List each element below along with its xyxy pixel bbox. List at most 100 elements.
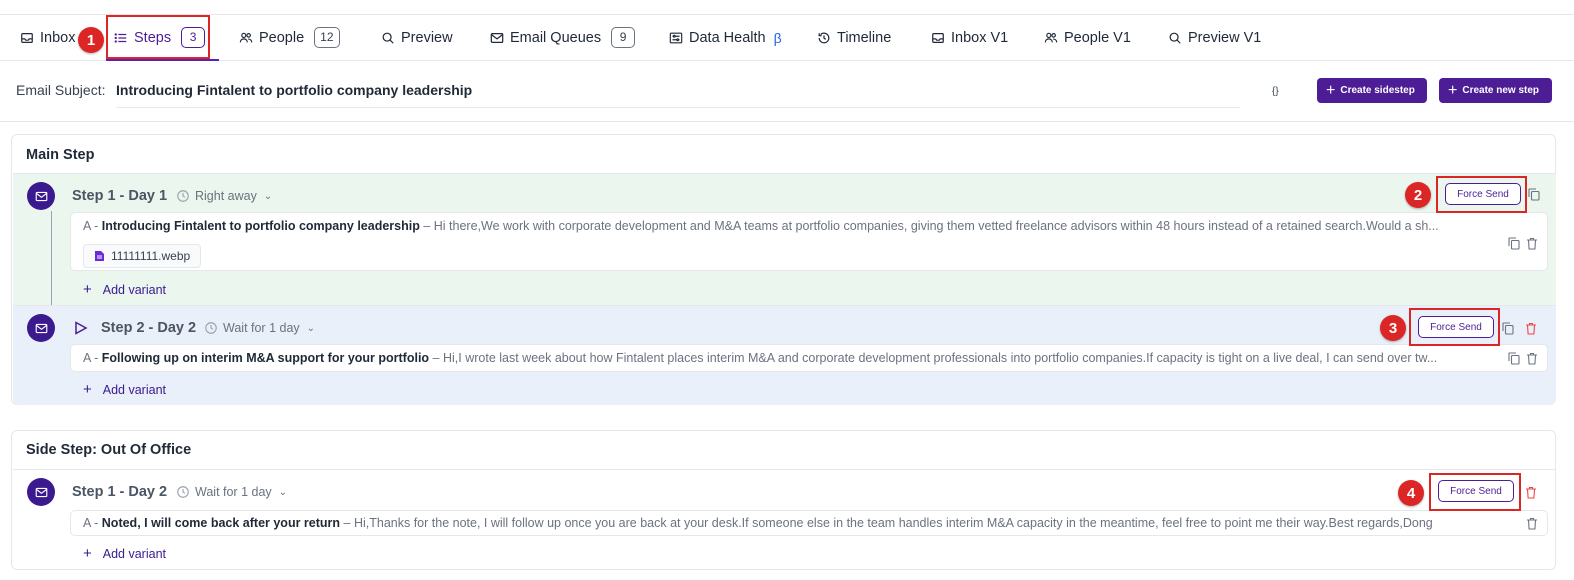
inbox-icon — [21, 32, 33, 43]
tab-timeline[interactable]: Timeline — [817, 15, 891, 60]
attachment-name: 11111111.webp — [111, 249, 191, 263]
tab-people-v1[interactable]: People V1 — [1044, 15, 1131, 60]
step-timing-dropdown[interactable]: Wait for 1 day ⌄ — [176, 485, 287, 499]
tab-label: Email Queues — [510, 29, 602, 46]
main-step-section: Main Step Step 1 - Day 1 Right away ⌄ Fo… — [11, 134, 1556, 405]
sliders-icon — [669, 32, 683, 43]
variant-prefix: A - — [83, 219, 99, 233]
tab-people[interactable]: People 12 — [239, 15, 340, 60]
variant-body: Hi,I wrote last week about how Fintalent… — [442, 351, 1438, 365]
tab-email-queues[interactable]: Email Queues 9 — [490, 15, 636, 60]
variant-separator: – — [432, 351, 440, 365]
variant-card[interactable]: A - Following up on interim M&A support … — [70, 344, 1548, 372]
create-new-step-button[interactable]: + Create new step — [1439, 78, 1552, 103]
email-step-icon — [27, 182, 55, 210]
inbox-icon — [932, 32, 944, 43]
variant-separator: – — [343, 516, 351, 530]
variant-prefix: A - — [83, 351, 99, 365]
tab-preview-v1[interactable]: Preview V1 — [1168, 15, 1261, 60]
annotation-marker: 1 — [78, 27, 104, 53]
variant-subject: Introducing Fintalent to portfolio compa… — [101, 219, 420, 233]
plus-icon: + — [83, 281, 92, 298]
tab-label: Inbox V1 — [951, 29, 1009, 46]
step-connector — [51, 211, 52, 317]
attachment-chip[interactable]: 11111111.webp — [83, 244, 202, 268]
add-variant-label: Add variant — [102, 282, 166, 297]
step-title: Step 1 - Day 1 — [72, 188, 168, 204]
annotation-marker: 2 — [1405, 182, 1431, 208]
step-timing-dropdown[interactable]: Right away ⌄ — [176, 189, 272, 203]
play-icon[interactable] — [74, 321, 88, 335]
count-badge: 9 — [611, 27, 636, 48]
plus-icon: + — [83, 545, 92, 562]
clock-icon — [177, 190, 189, 202]
tab-label: Data Health — [689, 29, 766, 46]
annotation-marker: 4 — [1398, 480, 1424, 506]
subject-bar: Email Subject: Introducing Fintalent to … — [0, 62, 1574, 122]
copy-icon[interactable] — [1508, 237, 1520, 250]
tab-data-health[interactable]: Data Health β — [669, 15, 782, 60]
trash-icon[interactable] — [1526, 352, 1538, 365]
copy-icon[interactable] — [1502, 322, 1514, 335]
search-icon — [382, 32, 394, 44]
email-step-icon — [27, 478, 55, 506]
button-label: Create sidestep — [1340, 85, 1415, 96]
beta-badge: β — [773, 29, 782, 46]
create-sidestep-button[interactable]: + Create sidestep — [1317, 78, 1427, 103]
history-icon — [818, 32, 830, 43]
email-step-icon — [27, 314, 55, 342]
section-title: Side Step: Out Of Office — [26, 442, 192, 458]
tab-bar: Inbox Steps 3 People 12 Preview Email Qu… — [0, 15, 1574, 61]
timing-label: Wait for 1 day — [223, 321, 300, 335]
plus-icon: + — [1448, 81, 1458, 99]
subject-label: Email Subject: — [16, 82, 106, 98]
annotation-highlight — [1429, 473, 1521, 511]
step-title: Step 1 - Day 2 — [72, 484, 168, 500]
trash-icon[interactable] — [1526, 237, 1538, 250]
tab-label: People V1 — [1064, 29, 1131, 46]
variant-preview: A - Following up on interim M&A support … — [83, 351, 1493, 365]
tab-label: Preview V1 — [1188, 29, 1262, 46]
copy-icon[interactable] — [1508, 352, 1520, 365]
annotation-highlight — [1409, 308, 1500, 346]
annotation-highlight — [106, 15, 210, 59]
search-icon — [1169, 32, 1181, 44]
add-variant-button[interactable]: + Add variant — [83, 546, 166, 561]
add-variant-label: Add variant — [102, 546, 166, 561]
trash-icon[interactable] — [1525, 486, 1537, 499]
trash-icon[interactable] — [1525, 322, 1537, 335]
annotation-marker: 3 — [1380, 315, 1406, 341]
variables-button[interactable]: {} — [1272, 86, 1279, 97]
tab-preview[interactable]: Preview — [381, 15, 453, 60]
copy-icon[interactable] — [1528, 188, 1540, 201]
mail-icon — [490, 32, 504, 43]
add-variant-button[interactable]: + Add variant — [83, 282, 166, 297]
timing-label: Wait for 1 day — [195, 485, 272, 499]
tab-inbox[interactable]: Inbox — [20, 15, 75, 60]
chevron-down-icon: ⌄ — [263, 190, 273, 202]
people-icon — [1044, 32, 1058, 42]
step-card: Step 2 - Day 2 Wait for 1 day ⌄ Force Se… — [13, 305, 1556, 405]
plus-icon: + — [1326, 81, 1336, 99]
step-card: Step 1 - Day 1 Right away ⌄ Force Send A… — [13, 173, 1556, 305]
timing-label: Right away — [195, 189, 257, 203]
variant-preview: A - Introducing Fintalent to portfolio c… — [83, 219, 1493, 233]
variant-card[interactable]: A - Noted, I will come back after your r… — [70, 510, 1548, 536]
trash-icon[interactable] — [1526, 517, 1538, 530]
people-icon — [239, 32, 253, 42]
clock-icon — [177, 486, 189, 498]
tab-label: Inbox — [40, 29, 76, 46]
variant-body: Hi there,We work with corporate developm… — [433, 219, 1439, 233]
variant-preview: A - Noted, I will come back after your r… — [83, 516, 1493, 530]
side-step-section: Side Step: Out Of Office Step 1 - Day 2 … — [11, 430, 1556, 570]
plus-icon: + — [83, 381, 92, 398]
add-variant-button[interactable]: + Add variant — [83, 382, 166, 397]
step-title: Step 2 - Day 2 — [101, 320, 197, 336]
active-tab-indicator — [106, 59, 219, 61]
step-timing-dropdown[interactable]: Wait for 1 day ⌄ — [204, 321, 315, 335]
subject-input[interactable]: Introducing Fintalent to portfolio compa… — [116, 74, 1240, 108]
variant-card[interactable]: A - Introducing Fintalent to portfolio c… — [70, 212, 1548, 271]
section-title: Main Step — [26, 147, 95, 163]
clock-icon — [205, 322, 217, 334]
tab-inbox-v1[interactable]: Inbox V1 — [931, 15, 1008, 60]
